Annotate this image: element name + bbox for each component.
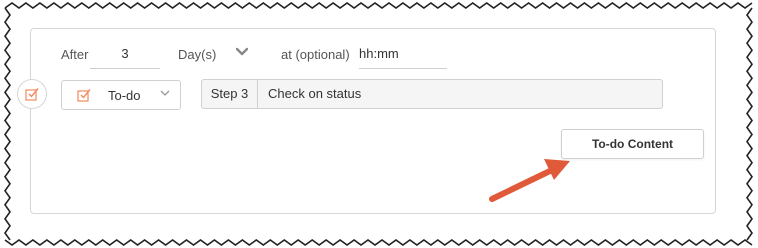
torn-edge-line (4, 2, 753, 9)
torn-edge-line (746, 7, 753, 241)
todo-type-indicator (17, 79, 47, 109)
chevron-down-icon[interactable] (236, 47, 248, 57)
step-number-label: Step 3 (202, 80, 258, 108)
checkbox-icon (25, 88, 39, 101)
torn-edge-line (4, 239, 753, 246)
step-name-value: Check on status (268, 86, 362, 101)
days-input[interactable]: 3 (90, 46, 160, 69)
at-optional-label: at (optional) (281, 47, 350, 62)
unit-select-value[interactable]: Day(s) (178, 47, 216, 62)
todo-content-button[interactable]: To-do Content (561, 129, 704, 159)
checkbox-icon (77, 89, 91, 102)
step-name-field[interactable]: Step 3 Check on status (201, 79, 663, 109)
task-type-value: To-do (108, 88, 141, 103)
chevron-down-icon (160, 90, 170, 96)
task-type-select[interactable]: To-do (61, 80, 181, 110)
after-label: After (61, 47, 89, 62)
torn-edge-line (4, 7, 11, 241)
time-input[interactable]: hh:mm (359, 46, 447, 69)
annotation-arrow (489, 159, 570, 202)
